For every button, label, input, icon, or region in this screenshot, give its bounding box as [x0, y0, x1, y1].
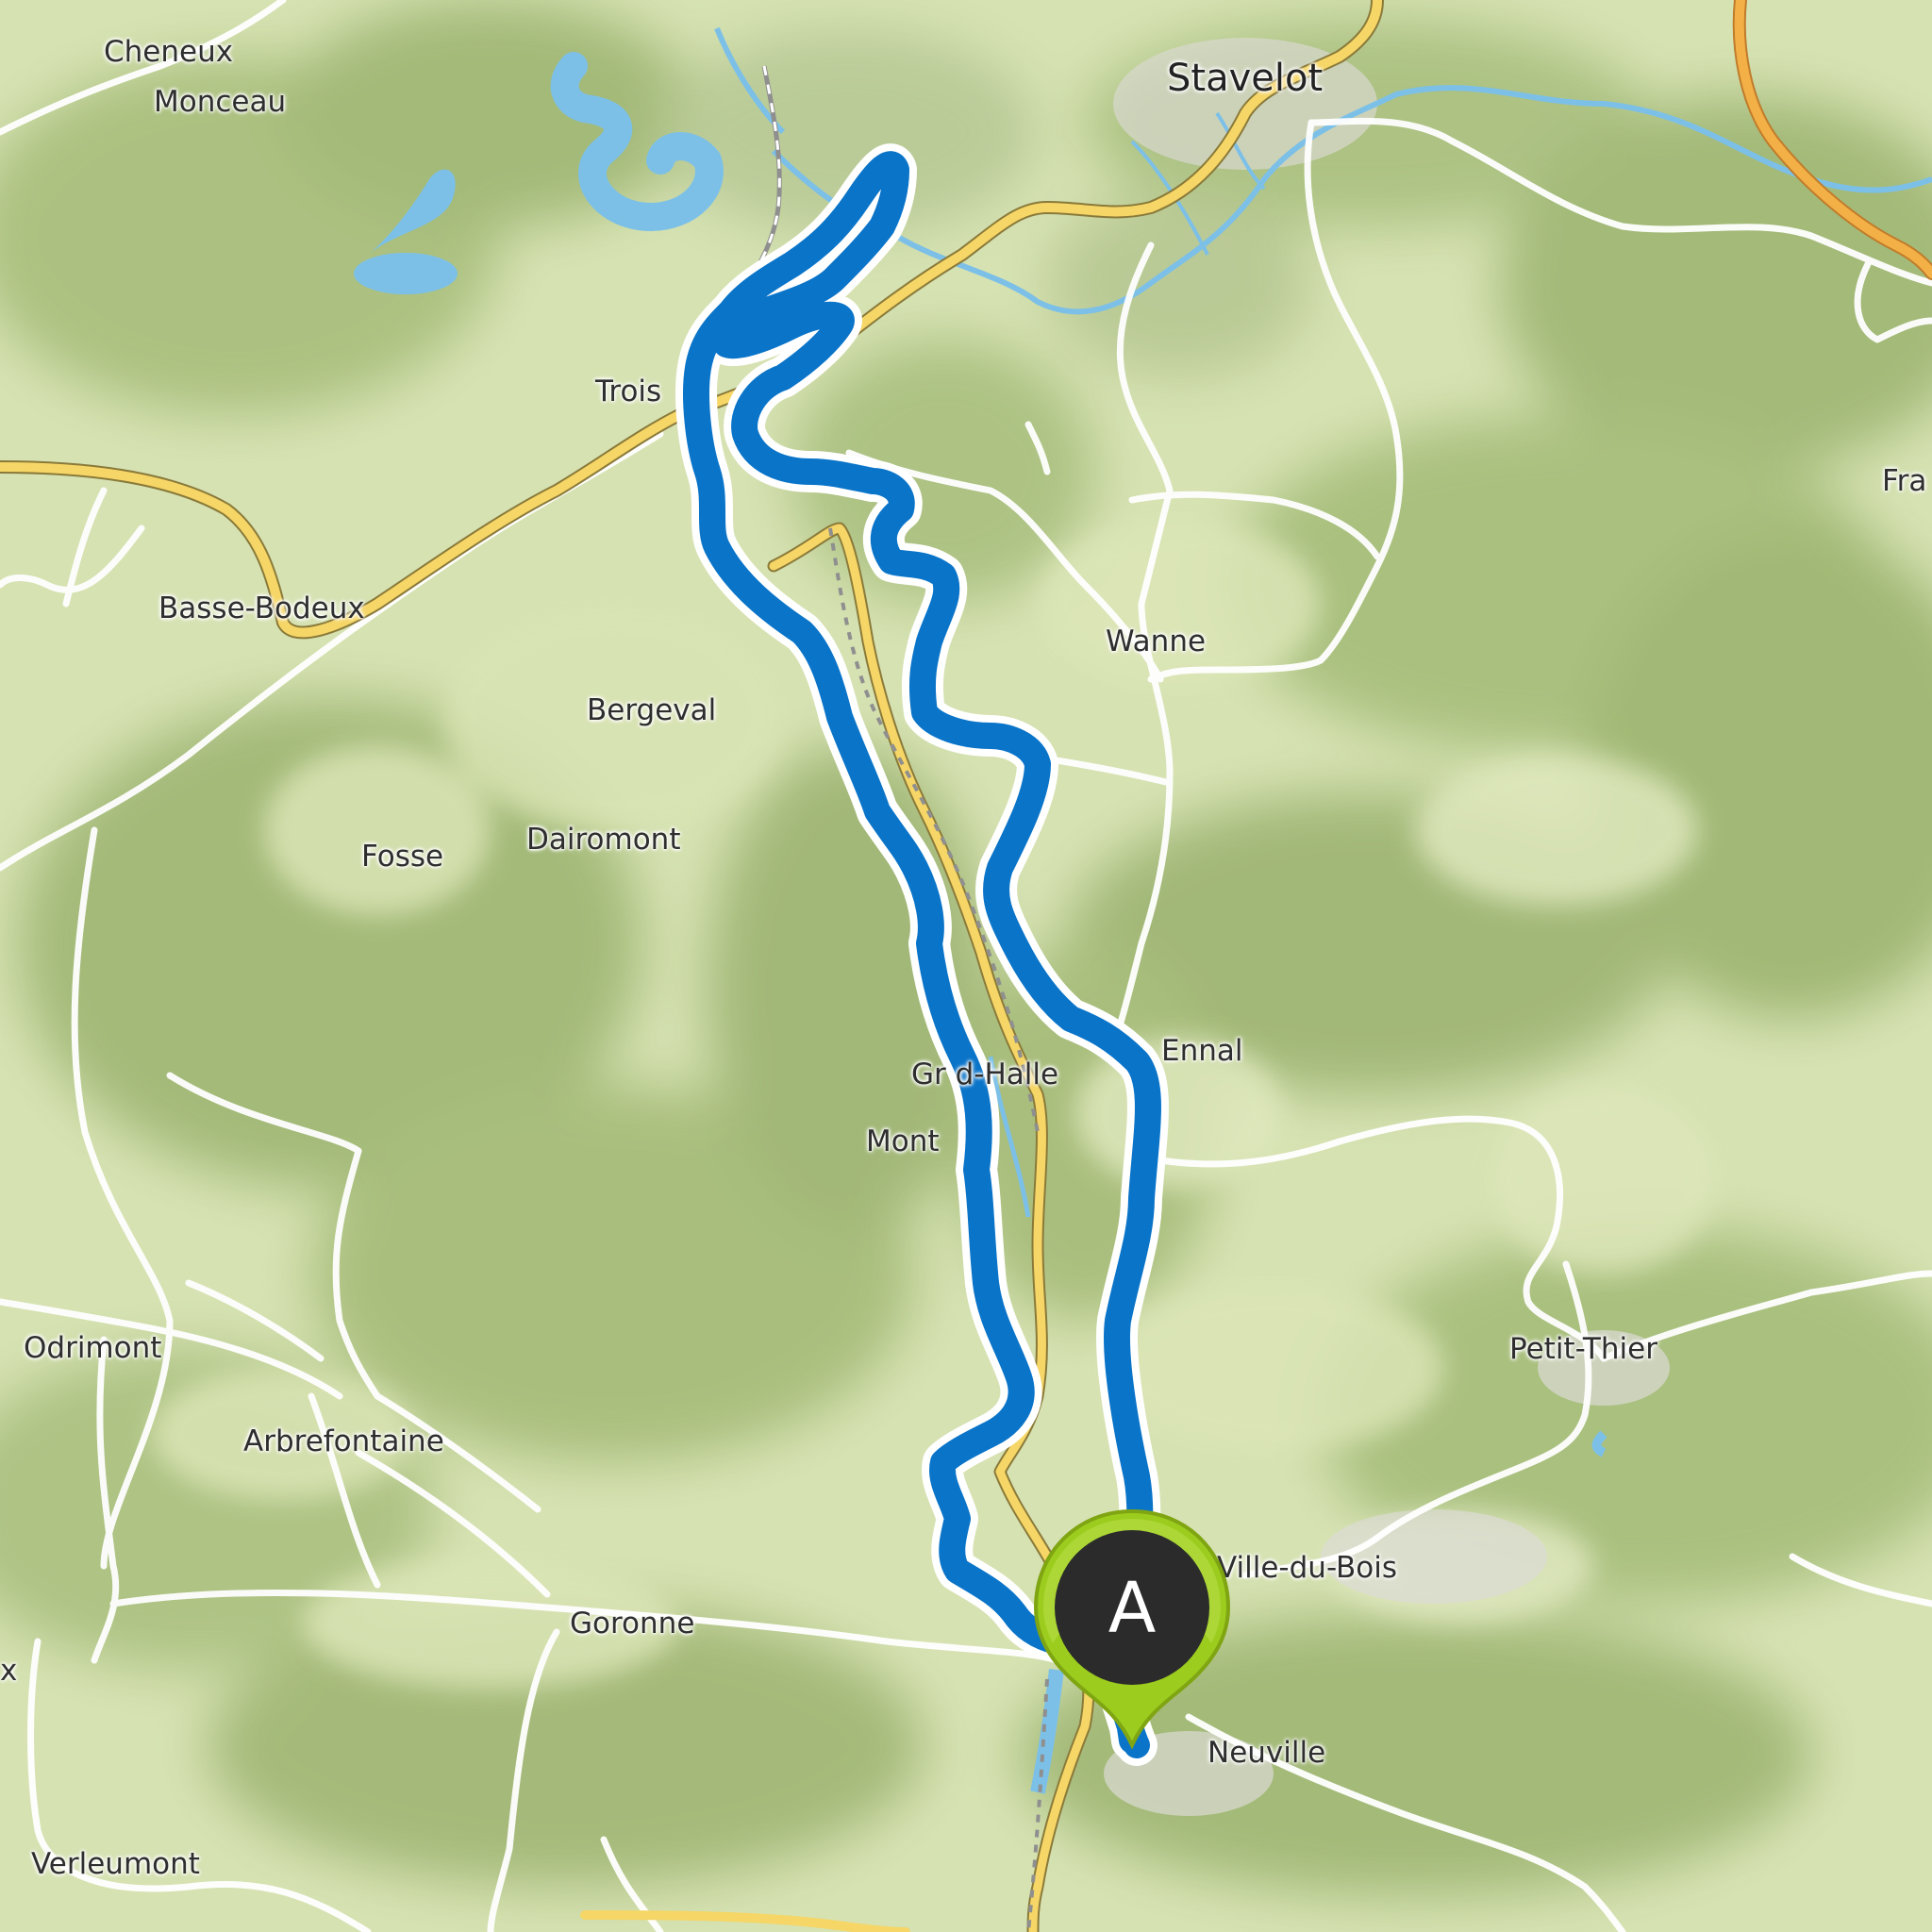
place-label-x: x	[0, 1654, 18, 1688]
place-label-monceau: Monceau	[154, 85, 287, 119]
place-label-mont: Mont	[866, 1124, 940, 1158]
place-label-ennal: Ennal	[1161, 1034, 1243, 1068]
place-label-wanne: Wanne	[1106, 625, 1207, 658]
place-label-cheneux: Cheneux	[104, 35, 234, 69]
place-label-basse-bodeux: Basse-Bodeux	[158, 591, 365, 625]
place-label-odrimont: Odrimont	[24, 1331, 162, 1365]
place-label-arbrefontaine: Arbrefontaine	[243, 1424, 444, 1458]
start-marker[interactable]: A	[1028, 1507, 1236, 1753]
map-view[interactable]: Cheneux Monceau Stavelot Trois Fra Basse…	[0, 0, 1932, 1932]
place-label-bergeval: Bergeval	[587, 693, 717, 727]
place-label-fra: Fra	[1882, 464, 1927, 498]
place-label-stavelot: Stavelot	[1167, 57, 1324, 100]
place-label-trois: Trois	[595, 375, 662, 408]
place-label-fosse: Fosse	[361, 840, 444, 874]
place-label-goronne: Goronne	[570, 1607, 695, 1641]
place-label-verleumont: Verleumont	[31, 1847, 200, 1881]
place-label-grand-halleux: Gr d-Halle	[911, 1058, 1059, 1091]
place-label-ville-du-bois: Ville-du-Bois	[1217, 1551, 1398, 1585]
place-label-dairomont: Dairomont	[526, 823, 681, 857]
map-canvas[interactable]	[0, 0, 1932, 1932]
place-label-petit-thier: Petit-Thier	[1509, 1332, 1657, 1366]
marker-letter: A	[1108, 1568, 1157, 1649]
